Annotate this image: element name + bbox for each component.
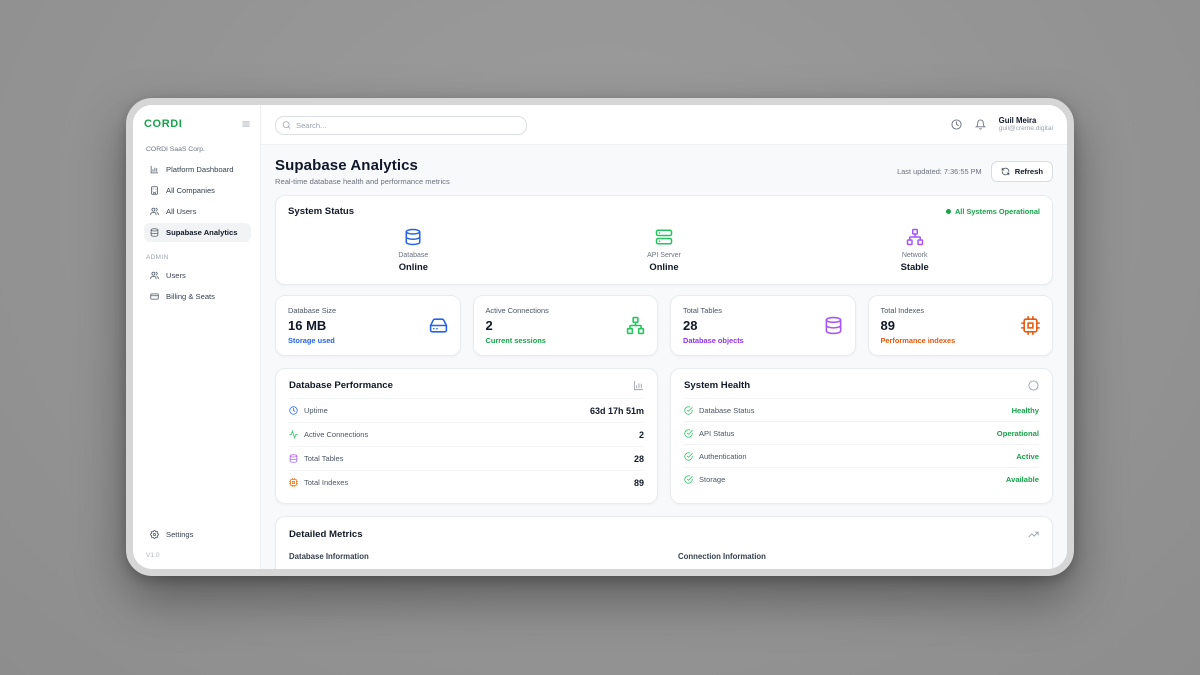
sidebar-item-all-companies[interactable]: All Companies [144, 181, 251, 200]
refresh-icon [1001, 167, 1010, 176]
user-email: guil@creme.digital [999, 125, 1053, 133]
cpu-icon [289, 478, 298, 487]
credit-card-icon [150, 292, 159, 301]
detailed-metrics-card: Detailed Metrics Database Information Da… [275, 516, 1053, 569]
database-icon [289, 454, 298, 463]
sidebar-item-users[interactable]: Users [144, 266, 251, 285]
sidebar-item-platform-dashboard[interactable]: Platform Dashboard [144, 160, 251, 179]
content-area: Supabase Analytics Real-time database he… [261, 145, 1067, 569]
sidebar-item-all-users[interactable]: All Users [144, 202, 251, 221]
health-row-database-status: Database Status Healthy [684, 398, 1039, 421]
sidebar-item-billing-seats[interactable]: Billing & Seats [144, 287, 251, 306]
topbar: Guil Meira guil@creme.digital [261, 105, 1067, 145]
cpu-icon [1021, 316, 1040, 335]
performance-row-total-indexes: Total Indexes 89 [289, 470, 644, 494]
trending-up-icon [1028, 529, 1039, 540]
metric-card-total-tables: Total Tables 28 Database objects [670, 295, 856, 356]
refresh-button[interactable]: Refresh [991, 161, 1053, 182]
users-icon [150, 207, 159, 216]
bar-chart-icon [633, 380, 644, 391]
clock-icon [289, 406, 298, 415]
database-information-column: Database Information Database Size: 16 M… [289, 552, 650, 569]
page-title: Supabase Analytics [275, 157, 450, 174]
brand-logo: CORDI [144, 118, 182, 130]
status-item-api-server: API Server Online [539, 228, 790, 272]
activity-icon [289, 430, 298, 439]
network-icon [626, 316, 645, 335]
health-row-api-status: API Status Operational [684, 421, 1039, 444]
app-version: V1.0 [146, 552, 251, 559]
sidebar-item-label: Billing & Seats [166, 292, 215, 301]
sidebar-item-label: All Users [166, 207, 196, 216]
database-performance-card: Database Performance Uptime 63d 17h 51m … [275, 368, 658, 504]
database-performance-title: Database Performance [289, 380, 393, 391]
user-profile[interactable]: Guil Meira guil@creme.digital [999, 116, 1053, 134]
performance-row-total-tables: Total Tables 28 [289, 446, 644, 470]
network-icon [906, 228, 924, 246]
status-item-network: Network Stable [789, 228, 1040, 272]
health-row-authentication: Authentication Active [684, 444, 1039, 467]
system-health-card: System Health Database Status Healthy AP… [670, 368, 1053, 504]
sidebar-item-label: Platform Dashboard [166, 165, 234, 174]
page-subtitle: Real-time database health and performanc… [275, 177, 450, 186]
status-dot [946, 209, 951, 214]
sidebar-item-label: Settings [166, 530, 193, 539]
bell-icon[interactable] [975, 119, 986, 130]
clock-icon[interactable] [951, 119, 962, 130]
search-input[interactable] [275, 116, 527, 135]
users-icon [150, 271, 159, 280]
bar-chart-icon [150, 165, 159, 174]
sidebar-item-settings[interactable]: Settings [144, 525, 251, 544]
connection-information-column: Connection Information Active Connection… [678, 552, 1039, 569]
server-icon [655, 228, 673, 246]
detailed-metrics-title: Detailed Metrics [289, 529, 363, 540]
sidebar: CORDI CORDI SaaS Corp. Platform Dashboar… [133, 105, 261, 569]
system-status-title: System Status [288, 206, 354, 217]
sidebar-item-supabase-analytics[interactable]: Supabase Analytics [144, 223, 251, 242]
last-updated-text: Last updated: 7:36:55 PM [897, 167, 982, 176]
sidebar-item-label: Supabase Analytics [166, 228, 237, 237]
database-icon [404, 228, 422, 246]
admin-section-label: ADMIN [146, 254, 251, 261]
sidebar-item-label: Users [166, 271, 186, 280]
metric-card-database-size: Database Size 16 MB Storage used [275, 295, 461, 356]
app-window: CORDI CORDI SaaS Corp. Platform Dashboar… [126, 98, 1074, 576]
building-icon [150, 186, 159, 195]
database-icon [824, 316, 843, 335]
menu-icon[interactable] [241, 119, 251, 129]
hard-drive-icon [429, 316, 448, 335]
check-circle-icon [684, 429, 693, 438]
metric-card-active-connections: Active Connections 2 Current sessions [473, 295, 659, 356]
search-icon [282, 120, 291, 129]
health-row-storage: Storage Available [684, 467, 1039, 490]
performance-row-active-connections: Active Connections 2 [289, 422, 644, 446]
gear-icon [150, 530, 159, 539]
sidebar-item-label: All Companies [166, 186, 215, 195]
check-circle-icon [684, 406, 693, 415]
performance-row-uptime: Uptime 63d 17h 51m [289, 398, 644, 422]
metric-card-total-indexes: Total Indexes 89 Performance indexes [868, 295, 1054, 356]
system-status-card: System Status All Systems Operational Da… [275, 195, 1053, 285]
user-name: Guil Meira [999, 116, 1053, 126]
system-health-title: System Health [684, 380, 750, 391]
overall-status-badge: All Systems Operational [946, 207, 1040, 216]
database-icon [150, 228, 159, 237]
check-circle-icon [684, 475, 693, 484]
circle-icon [1028, 380, 1039, 391]
org-label: CORDI SaaS Corp. [146, 146, 251, 153]
status-item-database: Database Online [288, 228, 539, 272]
check-circle-icon [684, 452, 693, 461]
